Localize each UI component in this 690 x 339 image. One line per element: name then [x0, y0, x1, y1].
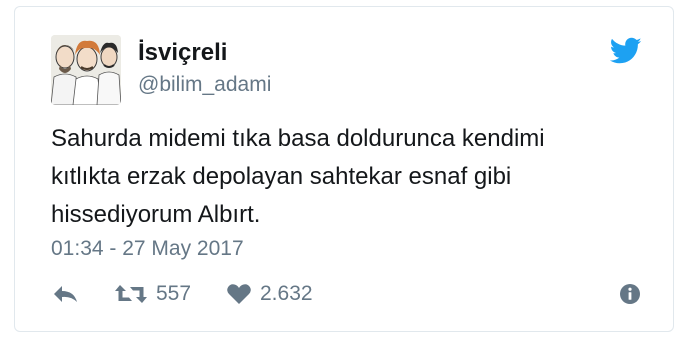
timestamp[interactable]: 01:34 - 27 May 2017: [51, 237, 244, 261]
heart-icon: [227, 284, 251, 304]
reply-button[interactable]: [51, 279, 79, 309]
info-button[interactable]: [619, 279, 641, 309]
twitter-bird-icon[interactable]: [609, 37, 642, 65]
display-name[interactable]: İsviçreli: [138, 39, 227, 67]
info-icon: [620, 284, 640, 304]
like-count: 2.632: [260, 282, 313, 305]
avatar[interactable]: [51, 35, 121, 105]
tweet-text-line: hissediyorum Albırt.: [51, 201, 261, 228]
tweet-card: İsviçreli @bilim_adami Sahurda midemi tı…: [14, 6, 674, 332]
retweet-button[interactable]: 557: [114, 279, 191, 309]
like-button[interactable]: 2.632: [226, 279, 313, 309]
tweet-text-line: kıtlıkta erzak depolayan sahtekar esnaf …: [51, 163, 512, 190]
avatar-image: [51, 35, 121, 105]
retweet-icon: [115, 285, 147, 303]
reply-icon: [54, 286, 77, 302]
user-handle[interactable]: @bilim_adami: [138, 73, 271, 97]
tweet-text-line: Sahurda midemi tıka basa doldurunca kend…: [51, 125, 545, 152]
retweet-count: 557: [156, 282, 192, 305]
tweet-text: Sahurda midemi tıka basa doldurunca kend…: [51, 120, 651, 234]
